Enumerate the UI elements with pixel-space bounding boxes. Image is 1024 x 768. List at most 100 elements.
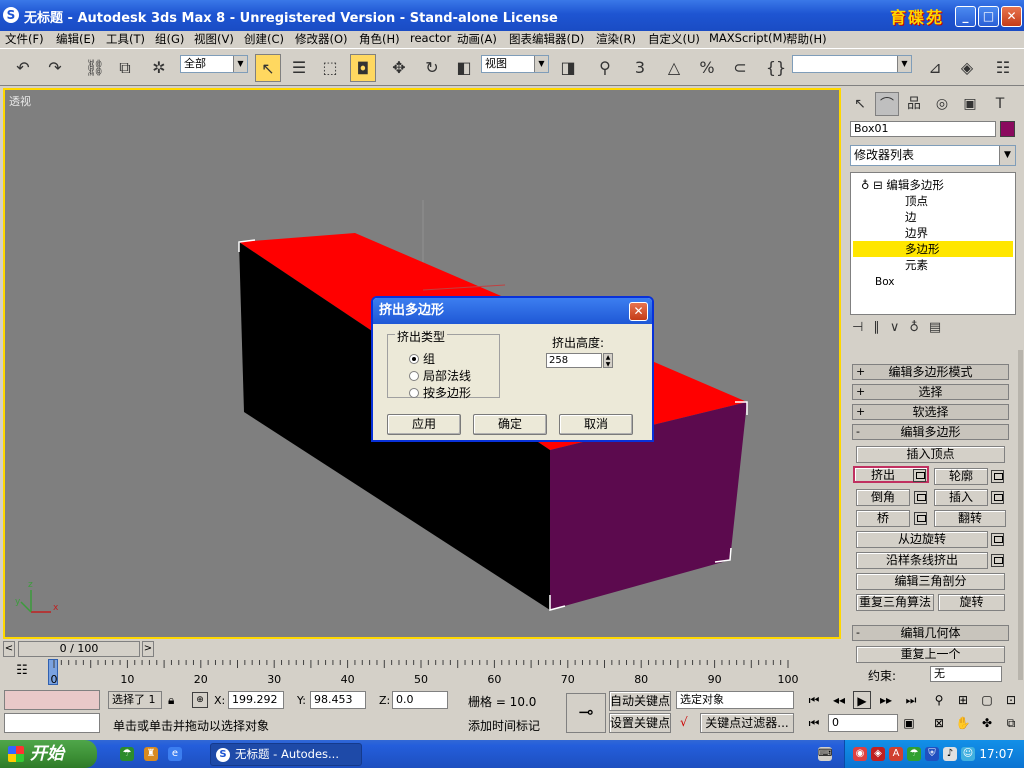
- bevel-settings-icon[interactable]: [914, 491, 927, 504]
- time-slider-thumb[interactable]: 0 / 100: [18, 641, 140, 657]
- menu-views[interactable]: 视图(V): [194, 31, 234, 47]
- outline-button[interactable]: 轮廓: [934, 468, 988, 485]
- make-unique-icon[interactable]: ∨: [890, 320, 910, 335]
- named-selection-dropdown[interactable]: ▼: [792, 55, 912, 73]
- menu-help[interactable]: 帮助(H): [786, 31, 827, 47]
- select-and-scale-icon[interactable]: ◧: [451, 54, 477, 82]
- insert-vertex-button[interactable]: 插入顶点: [856, 446, 1005, 463]
- quicklaunch-umbrella-icon[interactable]: ☂: [120, 747, 134, 761]
- quicklaunch-app-icon[interactable]: ♜: [144, 747, 158, 761]
- extrude-button[interactable]: 挤出: [853, 466, 929, 483]
- close-button[interactable]: ✕: [1001, 6, 1022, 27]
- set-key-icon[interactable]: ⊸: [566, 693, 606, 733]
- stack-item-box[interactable]: Box: [853, 274, 1013, 290]
- display-tab-icon[interactable]: ▣: [958, 92, 982, 116]
- hinge-from-edge-button[interactable]: 从边旋转: [856, 531, 988, 548]
- spinner-snap-icon[interactable]: ⊂: [727, 54, 753, 82]
- menu-maxscript[interactable]: MAXScript(M): [709, 31, 787, 45]
- key-filters-button[interactable]: 关键点过滤器...: [700, 713, 794, 733]
- menu-tools[interactable]: 工具(T): [106, 31, 145, 47]
- auto-key-button[interactable]: 自动关键点: [609, 691, 671, 711]
- absolute-mode-icon[interactable]: ⊕: [192, 692, 208, 708]
- tray-umbrella-icon[interactable]: ☂: [907, 747, 921, 761]
- extrusion-height-input[interactable]: 258: [546, 353, 602, 368]
- set-key-button[interactable]: 设置关键点: [609, 713, 671, 733]
- configure-sets-icon[interactable]: ▤: [929, 320, 951, 335]
- maxscript-output-mini[interactable]: [4, 713, 100, 733]
- collapse-icon[interactable]: ⊟: [873, 178, 883, 192]
- rollout-selection[interactable]: + 选择: [852, 384, 1009, 400]
- next-frame-icon[interactable]: >: [142, 641, 154, 657]
- menu-group[interactable]: 组(G): [155, 31, 184, 47]
- key-mode-toggle-icon[interactable]: ⏮: [805, 714, 823, 732]
- track-bar[interactable]: ☷ 0 10 20 30 40 50 60 70 80 90 100: [0, 659, 844, 689]
- radio-by-polygon[interactable]: 按多边形: [409, 384, 471, 401]
- z-coordinate-field[interactable]: 0.0: [392, 691, 448, 709]
- create-tab-icon[interactable]: ↖: [848, 92, 872, 116]
- select-object-icon[interactable]: ↖: [255, 54, 281, 82]
- go-to-end-icon[interactable]: ⏭: [902, 691, 920, 709]
- outline-settings-icon[interactable]: [991, 470, 1004, 483]
- bridge-settings-icon[interactable]: [914, 512, 927, 525]
- rollout-soft-selection[interactable]: + 软选择: [852, 404, 1009, 420]
- dialog-title[interactable]: 挤出多边形: [373, 298, 652, 324]
- hierarchy-tab-icon[interactable]: 品: [902, 92, 926, 116]
- rollout-edit-geometry[interactable]: - 编辑几何体: [852, 625, 1009, 641]
- modify-tab-icon[interactable]: ⌒: [875, 92, 899, 116]
- layer-manager-icon[interactable]: ☷: [990, 54, 1016, 82]
- stack-item-element[interactable]: 元素: [853, 257, 1013, 273]
- menu-customize[interactable]: 自定义(U): [648, 31, 700, 47]
- radio-group[interactable]: 组: [409, 350, 435, 367]
- menu-file[interactable]: 文件(F): [5, 31, 44, 47]
- tray-im-icon[interactable]: ☺: [961, 747, 975, 761]
- stack-item-edit-poly[interactable]: ♁ ⊟ 编辑多边形: [853, 177, 1013, 193]
- quicklaunch-browser-icon[interactable]: e: [168, 747, 182, 761]
- show-end-result-icon[interactable]: ∥: [873, 320, 890, 335]
- bevel-button[interactable]: 倒角: [856, 489, 910, 506]
- reference-coordinate-dropdown[interactable]: 视图 ▼: [481, 55, 549, 73]
- utilities-tab-icon[interactable]: T: [988, 92, 1012, 116]
- rollout-edit-polygons[interactable]: - 编辑多边形: [852, 424, 1009, 440]
- x-coordinate-field[interactable]: 199.292: [228, 691, 284, 709]
- tray-volume-icon[interactable]: ♪: [943, 747, 957, 761]
- maxscript-listener-mini[interactable]: [4, 690, 100, 710]
- cancel-button[interactable]: 取消: [559, 414, 633, 435]
- angle-snap-icon[interactable]: △: [661, 54, 687, 82]
- menu-create[interactable]: 创建(C): [244, 31, 284, 47]
- window-crossing-icon[interactable]: ◘: [350, 54, 376, 82]
- menu-character[interactable]: 角色(H): [359, 31, 400, 47]
- object-name-field[interactable]: Box01: [850, 121, 996, 137]
- redo-icon[interactable]: ↷: [42, 54, 68, 82]
- constraints-dropdown[interactable]: 无: [930, 666, 1002, 682]
- zoom-all-icon[interactable]: ⊞: [954, 691, 972, 709]
- modifier-list-dropdown[interactable]: 修改器列表 ▼: [850, 145, 1016, 166]
- 3ds-max-icon[interactable]: S: [3, 7, 19, 23]
- arc-rotate-icon[interactable]: ✤: [978, 714, 996, 732]
- rectangular-selection-icon[interactable]: ⬚: [317, 54, 343, 82]
- bridge-button[interactable]: 桥: [856, 510, 910, 527]
- minimize-button[interactable]: _: [955, 6, 976, 27]
- rollout-edit-poly-mode[interactable]: + 编辑多边形模式: [852, 364, 1009, 380]
- dialog-close-button[interactable]: ✕: [629, 302, 648, 321]
- keyboard-icon[interactable]: ⌨: [818, 747, 832, 761]
- menu-rendering[interactable]: 渲染(R): [596, 31, 636, 47]
- flip-button[interactable]: 翻转: [934, 510, 1006, 527]
- snaps-toggle-icon[interactable]: 3: [627, 54, 653, 82]
- object-color-swatch[interactable]: [1000, 121, 1015, 137]
- edit-named-selection-icon[interactable]: {}: [763, 54, 789, 82]
- bind-space-warp-icon[interactable]: ✲: [146, 54, 172, 82]
- previous-frame-icon[interactable]: ◂◂: [830, 691, 848, 709]
- menu-edit[interactable]: 编辑(E): [56, 31, 95, 47]
- inset-button[interactable]: 插入: [934, 489, 988, 506]
- select-by-name-icon[interactable]: ☰: [286, 54, 312, 82]
- pin-stack-icon[interactable]: ⊣: [852, 320, 873, 335]
- prev-frame-icon[interactable]: <: [3, 641, 15, 657]
- ok-button[interactable]: 确定: [473, 414, 547, 435]
- pan-view-icon[interactable]: ✋: [954, 714, 972, 732]
- panel-scrollbar[interactable]: [1018, 350, 1023, 680]
- lightbulb-icon[interactable]: ♁: [861, 178, 869, 192]
- inset-settings-icon[interactable]: [991, 491, 1004, 504]
- pivot-center-icon[interactable]: ◨: [555, 54, 581, 82]
- extrude-along-spline-button[interactable]: 沿样条线挤出: [856, 552, 988, 569]
- select-and-rotate-icon[interactable]: ↻: [419, 54, 445, 82]
